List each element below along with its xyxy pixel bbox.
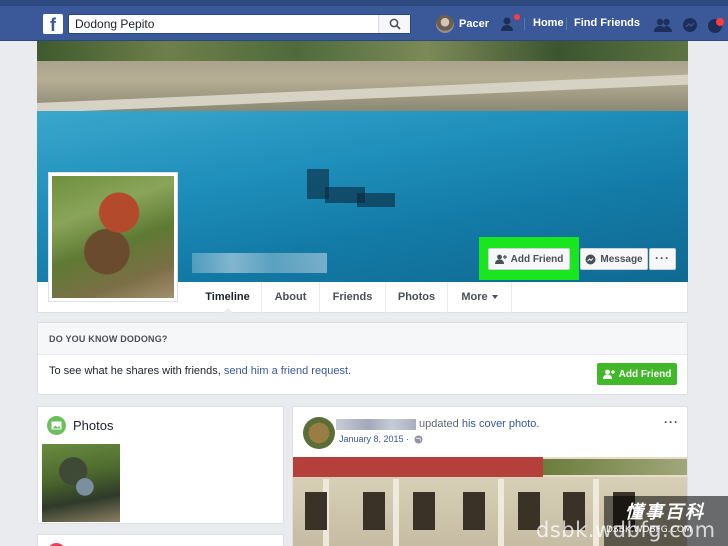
message-label: Message bbox=[600, 253, 643, 265]
message-button[interactable]: Message bbox=[580, 248, 648, 270]
tab-more[interactable]: More bbox=[448, 282, 512, 313]
nav-divider bbox=[566, 18, 567, 30]
profile-picture-image bbox=[52, 176, 174, 298]
cover-photo-link[interactable]: his cover photo. bbox=[462, 418, 540, 430]
tab-about[interactable]: About bbox=[262, 282, 320, 313]
chevron-down-icon bbox=[491, 295, 498, 300]
profile-name-blurred bbox=[192, 253, 327, 273]
add-friend-icon bbox=[494, 254, 507, 264]
cover-plants bbox=[37, 41, 688, 61]
globe-icon bbox=[414, 435, 423, 444]
profile-name: Pacer bbox=[459, 18, 489, 30]
facebook-logo-icon[interactable]: f bbox=[43, 14, 63, 35]
search-icon bbox=[389, 18, 401, 30]
post-action-text: updated his cover photo. bbox=[419, 418, 539, 430]
home-link[interactable]: Home bbox=[533, 17, 564, 29]
add-friend-button[interactable]: Add Friend bbox=[488, 248, 570, 270]
search-input[interactable] bbox=[69, 15, 379, 33]
do-you-know-heading: DO YOU KNOW DODONG? bbox=[38, 323, 687, 355]
friends-icon[interactable] bbox=[654, 17, 672, 33]
search-box bbox=[68, 14, 411, 34]
post-avatar[interactable] bbox=[303, 417, 335, 449]
post-date: January 8, 2015 · bbox=[339, 434, 412, 444]
notification-badge bbox=[513, 13, 521, 21]
do-you-know-card: DO YOU KNOW DODONG? To see what he share… bbox=[37, 322, 688, 395]
profile-link[interactable]: Pacer bbox=[436, 14, 489, 34]
post-author-name-blurred[interactable] bbox=[336, 419, 416, 430]
tab-timeline[interactable]: Timeline bbox=[194, 282, 262, 314]
find-friends-link[interactable]: Find Friends bbox=[574, 17, 640, 29]
cover-swimmer bbox=[307, 169, 395, 213]
globe-notifications-icon[interactable] bbox=[707, 17, 724, 33]
photos-icon bbox=[47, 416, 66, 435]
post-timestamp[interactable]: January 8, 2015 · bbox=[339, 434, 423, 444]
top-nav-bar: f Pacer Home Find Friends bbox=[0, 6, 728, 41]
add-friend-label: Add Friend bbox=[510, 253, 564, 265]
send-friend-request-link[interactable]: send him a friend request. bbox=[224, 365, 351, 377]
do-you-know-body: To see what he shares with friends, bbox=[49, 365, 224, 377]
tab-friends[interactable]: Friends bbox=[320, 282, 386, 313]
do-you-know-text: To see what he shares with friends, send… bbox=[49, 365, 351, 377]
photo-thumbnail[interactable] bbox=[42, 444, 120, 522]
profile-picture[interactable] bbox=[48, 172, 178, 302]
post-action: updated bbox=[419, 418, 462, 430]
messenger-icon bbox=[585, 254, 596, 264]
tab-more-label: More bbox=[461, 291, 488, 303]
add-friend-icon bbox=[602, 369, 615, 379]
avatar bbox=[436, 15, 454, 33]
more-options-button[interactable]: ··· bbox=[649, 248, 676, 270]
watermark-url-large: dsbk.wdbfg.com bbox=[536, 518, 716, 542]
tab-photos[interactable]: Photos bbox=[386, 282, 448, 313]
post-options-button[interactable]: ··· bbox=[664, 415, 679, 429]
photos-card: Photos bbox=[37, 406, 284, 524]
friend-requests-button[interactable] bbox=[500, 13, 521, 34]
add-friend-green-button[interactable]: Add Friend bbox=[597, 363, 677, 385]
messenger-icon[interactable] bbox=[682, 17, 698, 33]
photos-title[interactable]: Photos bbox=[73, 418, 113, 433]
nav-divider bbox=[524, 18, 525, 30]
add-friend-green-label: Add Friend bbox=[618, 368, 672, 380]
search-button[interactable] bbox=[378, 15, 410, 33]
intro-card bbox=[37, 534, 284, 546]
